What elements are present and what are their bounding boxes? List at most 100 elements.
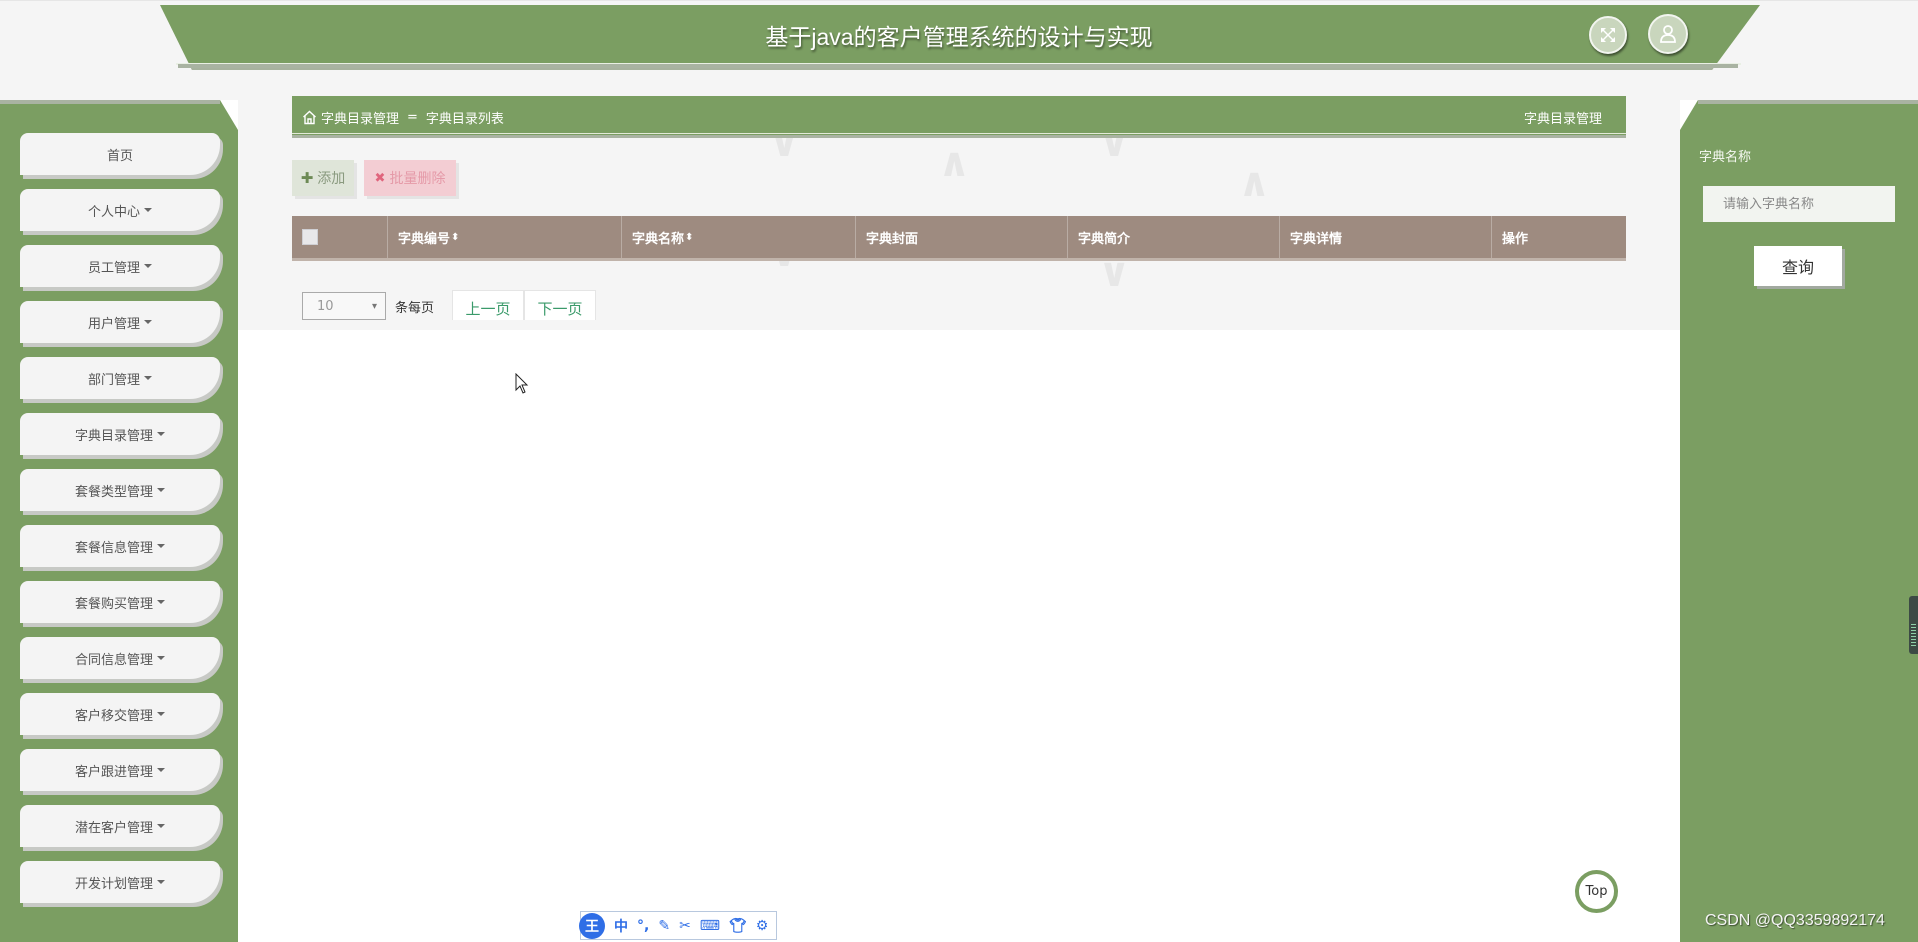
prev-page-button[interactable]: 上一页 [452, 290, 524, 320]
sidebar-item-label: 字典目录管理 [74, 428, 153, 444]
sidebar-item[interactable]: 客户跟进管理 [20, 749, 220, 791]
batch-delete-label: 批量删除 [389, 171, 446, 187]
chevron-down-icon: ▾ [371, 300, 377, 312]
column-header-dict-name[interactable]: 字典名称 ⬍ [622, 216, 856, 258]
background-pattern: ∧ [938, 140, 971, 186]
column-label: 字典简介 [1078, 231, 1131, 247]
sidebar-item[interactable]: 部门管理 [20, 357, 220, 399]
skin-icon[interactable]: 👕︎ [729, 918, 747, 934]
caret-down-icon [157, 432, 165, 436]
background-pattern: ∧ [1238, 160, 1271, 206]
caret-down-icon [157, 824, 165, 828]
sidebar-item-label: 套餐购买管理 [74, 596, 153, 612]
select-all-checkbox[interactable] [302, 229, 318, 245]
sidebar-item[interactable]: 客户移交管理 [20, 693, 220, 735]
sidebar-item[interactable]: 开发计划管理 [20, 861, 220, 903]
keyboard-icon[interactable]: ⌨ [700, 918, 720, 934]
sidebar-item[interactable]: 潜在客户管理 [20, 805, 220, 847]
plus-icon: ✚ [300, 169, 314, 187]
column-label: 字典编号 [398, 231, 451, 247]
page-size-value: 10 [317, 298, 334, 314]
search-panel-top-border [1698, 100, 1918, 104]
sidebar-item[interactable]: 首页 [20, 133, 220, 175]
sidebar-item[interactable]: 员工管理 [20, 245, 220, 287]
user-profile-button[interactable] [1648, 14, 1688, 54]
column-header-actions: 操作 [1492, 216, 1626, 258]
sidebar-item-label: 首页 [106, 148, 133, 164]
column-label: 字典详情 [1290, 231, 1343, 247]
batch-delete-button[interactable]: ✖ 批量删除 [364, 160, 456, 196]
close-icon: ✖ [374, 170, 386, 186]
sidebar-item-label: 客户移交管理 [74, 708, 153, 724]
add-button-label: 添加 [317, 171, 346, 187]
sidebar-item-label: 个人中心 [87, 204, 140, 220]
column-label: 操作 [1502, 231, 1529, 247]
sidebar-item-label: 合同信息管理 [74, 652, 153, 668]
header-shadow [178, 64, 1738, 68]
caret-down-icon [157, 768, 165, 772]
select-all-cell [292, 216, 388, 258]
scissors-icon[interactable]: ✂ [679, 918, 691, 934]
column-header-dict-intro: 字典简介 [1068, 216, 1280, 258]
caret-down-icon [144, 320, 152, 324]
caret-down-icon [157, 712, 165, 716]
side-panel-handle[interactable] [1909, 596, 1918, 654]
column-label: 字典封面 [866, 231, 919, 247]
settings-icon[interactable]: ⚙ [756, 918, 769, 934]
breadcrumb-parent[interactable]: 字典目录管理 [321, 108, 399, 127]
page-size-select[interactable]: 10 ▾ [302, 292, 386, 320]
add-button[interactable]: ✚ 添加 [292, 160, 354, 196]
sidebar-item-label: 套餐类型管理 [74, 484, 153, 500]
dict-name-search-input[interactable] [1703, 186, 1895, 222]
watermark: CSDN @QQ3359892174 [1705, 912, 1885, 929]
chinese-mode-toggle[interactable]: 中 [614, 916, 628, 936]
caret-down-icon [157, 656, 165, 660]
back-to-top-button[interactable]: Top [1575, 870, 1618, 913]
sidebar-item-label: 部门管理 [87, 372, 140, 388]
column-header-dict-cover: 字典封面 [856, 216, 1068, 258]
home-icon[interactable] [302, 110, 317, 125]
breadcrumb-separator: = [407, 110, 418, 125]
punctuation-icon[interactable]: °, [637, 918, 649, 934]
sidebar-item-label: 客户跟进管理 [74, 764, 153, 780]
sidebar-item[interactable]: 字典目录管理 [20, 413, 220, 455]
sidebar-item[interactable]: 个人中心 [20, 189, 220, 231]
column-header-dict-code[interactable]: 字典编号 ⬍ [388, 216, 622, 258]
caret-down-icon [157, 880, 165, 884]
mouse-cursor-icon [515, 373, 529, 394]
fullscreen-icon [1601, 28, 1615, 42]
breadcrumb-current: 字典目录列表 [425, 112, 504, 127]
sidebar-item[interactable]: 套餐购买管理 [20, 581, 220, 623]
table-header: 字典编号 ⬍ 字典名称 ⬍ 字典封面 字典简介 字典详情 操作 [292, 216, 1626, 261]
user-icon [1660, 25, 1676, 43]
ime-toolbar: 王 中 °, ✎ ✂ ⌨ 👕︎ ⚙ [579, 911, 777, 940]
column-label: 字典名称 [632, 231, 685, 247]
next-page-button[interactable]: 下一页 [524, 290, 596, 320]
sidebar-item[interactable]: 用户管理 [20, 301, 220, 343]
pen-icon[interactable]: ✎ [658, 918, 670, 934]
sort-icon: ⬍ [451, 231, 460, 243]
search-button[interactable]: 查询 [1754, 246, 1842, 286]
fullscreen-button[interactable] [1589, 16, 1627, 54]
caret-down-icon [157, 600, 165, 604]
sidebar-item[interactable]: 套餐信息管理 [20, 525, 220, 567]
page-title: 字典目录管理 [1523, 112, 1602, 127]
breadcrumb-bar: 字典目录管理 = 字典目录列表 字典目录管理 [292, 96, 1626, 138]
search-field-label: 字典名称 [1699, 150, 1752, 165]
sidebar-item-label: 开发计划管理 [74, 876, 153, 892]
sidebar-item-label: 潜在客户管理 [74, 820, 153, 836]
caret-down-icon [157, 488, 165, 492]
sort-icon: ⬍ [685, 231, 694, 243]
search-panel [1680, 100, 1918, 942]
caret-down-icon [144, 264, 152, 268]
per-page-label: 条每页 [395, 301, 435, 316]
sidebar-top-border [0, 100, 220, 104]
caret-down-icon [157, 544, 165, 548]
sidebar-item[interactable]: 套餐类型管理 [20, 469, 220, 511]
caret-down-icon [144, 376, 152, 380]
sidebar-item[interactable]: 合同信息管理 [20, 637, 220, 679]
ime-logo-icon[interactable]: 王 [579, 912, 605, 939]
caret-down-icon [144, 208, 152, 212]
app-title: 基于java的客户管理系统的设计与实现 [765, 24, 1153, 50]
column-header-dict-detail: 字典详情 [1280, 216, 1492, 258]
